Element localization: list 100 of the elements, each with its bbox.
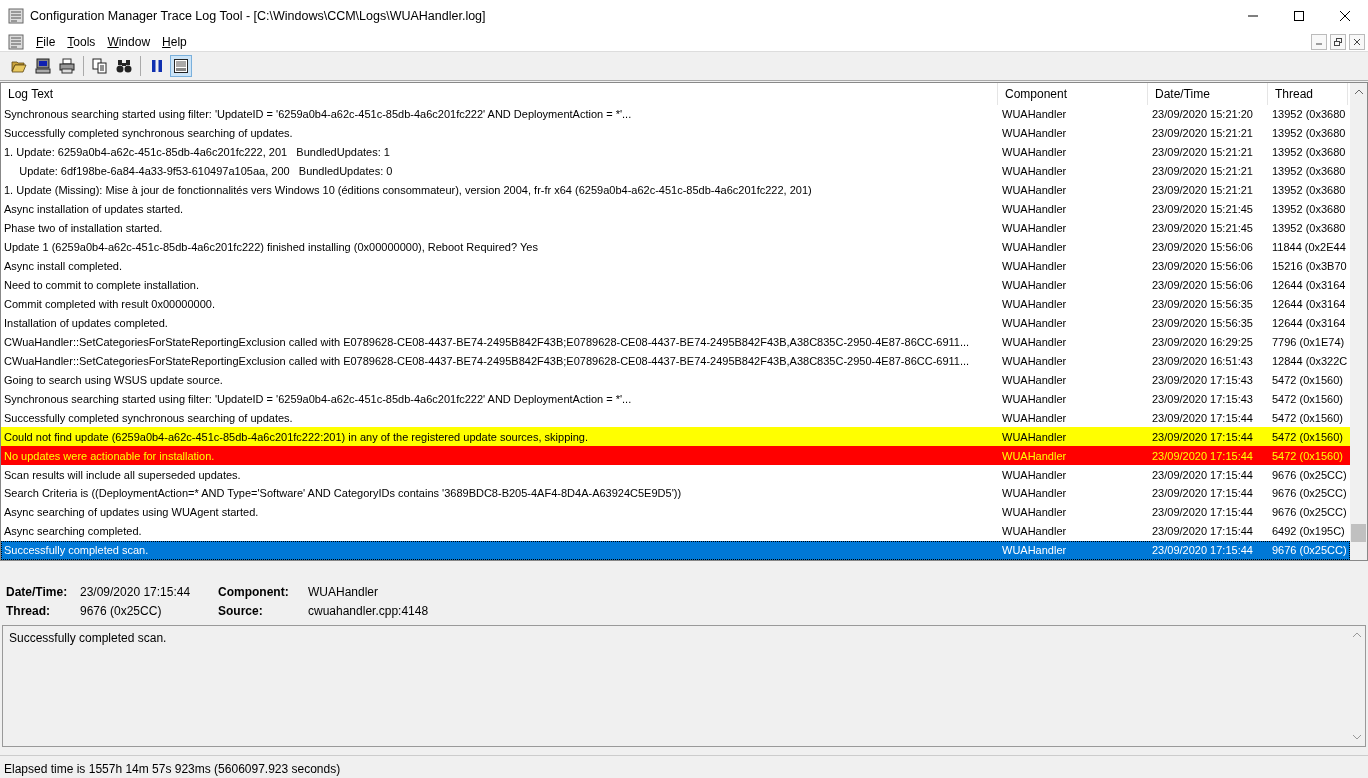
folder-icon: [11, 58, 27, 74]
restore-icon: [1334, 37, 1342, 46]
log-row[interactable]: Async installation of updates started. WUAHandler 23/09/2020 15:21:45 13952 (0x3680: [1, 199, 1350, 219]
thread-cell-text: 15216 (0x3B70: [1271, 260, 1348, 273]
component-cell-text: WUAHandler: [1001, 544, 1068, 557]
component-cell-text: WUAHandler: [1001, 373, 1068, 386]
close-icon[interactable]: [1340, 11, 1350, 21]
log-row[interactable]: Going to search using WSUS update source. WUAHandler 23/09/2020 17:15:43 5472 (0x1560): [1, 370, 1350, 390]
component-cell-text: WUAHandler: [1001, 279, 1068, 291]
component-cell-text: WUAHandler: [1001, 146, 1068, 159]
log-text-cell-text: Async searching completed.: [3, 525, 143, 538]
log-row[interactable]: Could not find update (6259a0b4-a62c-451c-85db-4a6c201fc222:201) in any of the registered update sources, skipping. WUAHandler 23/09/2020 17:15:44 5472 (0x1560): [1, 427, 1350, 447]
component-cell-text: WUAHandler: [1001, 165, 1068, 178]
status-text: Elapsed time is 1557h 14m 57s 923ms (5606097.923 seconds): [0, 755, 1368, 778]
log-row[interactable]: Need to commit to complete installation. WUAHandler 23/09/2020 15:56:06 12644 (0x3164: [1, 275, 1350, 295]
log-row[interactable]: Installation of updates completed. WUAHandler 23/09/2020 15:56:35 12644 (0x3164: [1, 313, 1350, 333]
datetime-cell-text: 23/09/2020 17:15:43: [1151, 392, 1254, 405]
maximize-icon[interactable]: [1294, 11, 1304, 21]
vertical-scrollbar[interactable]: [1350, 83, 1367, 560]
log-text-cell-text: Phase two of installation started.: [3, 222, 164, 235]
log-row[interactable]: Successfully completed scan. WUAHandler 23/09/2020 17:15:44 9676 (0x25CC): [1, 540, 1350, 560]
thread-cell-text: 5472 (0x1560): [1271, 392, 1344, 405]
datetime-cell-text: 23/09/2020 17:15:44: [1151, 430, 1254, 443]
datetime-cell-text: 23/09/2020 15:56:06: [1151, 260, 1254, 273]
thread-cell-text: 9676 (0x25CC): [1271, 506, 1348, 519]
log-text-cell-text: Going to search using WSUS update source.: [3, 373, 224, 386]
component-cell-text: WUAHandler: [1001, 335, 1068, 348]
thread-cell-text: 9676 (0x25CC): [1271, 468, 1348, 481]
thread-cell-text: 13952 (0x3680: [1271, 222, 1347, 235]
log-row[interactable]: Async install completed. WUAHandler 23/09/2020 15:56:06 15216 (0x3B70: [1, 256, 1350, 276]
thread-cell-text: 12844 (0x322C: [1271, 354, 1348, 367]
toolbar-button[interactable]: [56, 55, 78, 77]
thread-cell-text: 11844 (0x2E44: [1271, 241, 1347, 254]
detail-label: Component:: [218, 585, 290, 600]
detail-value: WUAHandler: [308, 585, 380, 600]
thread-cell-text: 9676 (0x25CC): [1271, 544, 1348, 557]
log-row[interactable]: Successfully completed synchronous searching of updates. WUAHandler 23/09/2020 15:21:21 13952 (0x3680: [1, 123, 1350, 143]
column-header[interactable]: Date/Time: [1148, 83, 1268, 105]
log-text-cell-text: Search Criteria is ((DeploymentAction=* AND Type='Software' AND CategoryIDs contains '3689BDC8-B205-4AF4-8D4A-A63924C5E9D5')): [3, 487, 683, 500]
log-row[interactable]: Async searching completed. WUAHandler 23/09/2020 17:15:44 6492 (0x195C): [1, 521, 1350, 541]
thread-cell-text: 13952 (0x3680: [1271, 146, 1347, 159]
close-icon: [1353, 37, 1361, 46]
thread-cell-text: 5472 (0x1560): [1271, 411, 1344, 424]
close-button[interactable]: [1349, 33, 1365, 50]
log-row[interactable]: Synchronous searching started using filter: 'UpdateID = '6259a0b4-a62c-451c-85db-4a6c201fc222' AND DeploymentAction = *'... WUAHandler 23/09/2020 17:15:43 5472 (0x1560): [1, 389, 1350, 409]
thread-cell-text: 5472 (0x1560): [1271, 373, 1344, 386]
log-row[interactable]: Phase two of installation started. WUAHandler 23/09/2020 15:21:45 13952 (0x3680: [1, 218, 1350, 238]
printer-icon: [59, 58, 75, 74]
detail-label: Thread:: [6, 604, 51, 619]
toolbar-button[interactable]: [170, 55, 192, 77]
menu-item[interactable]: Tools: [61, 34, 102, 49]
component-cell-text: WUAHandler: [1001, 411, 1068, 424]
menu-item[interactable]: Window: [101, 34, 157, 49]
menu-item[interactable]: File: [30, 34, 62, 49]
log-row[interactable]: Commit completed with result 0x00000000. WUAHandler 23/09/2020 15:56:35 12644 (0x3164: [1, 294, 1350, 314]
log-row[interactable]: Update: 6df198be-6a84-4a33-9f53-610497a105aa, 200 BundledUpdates: 0 WUAHandler 23/09/2020 15:21:21 13952 (0x3680: [1, 161, 1350, 181]
datetime-cell-text: 23/09/2020 15:56:35: [1151, 316, 1254, 329]
column-header[interactable]: Thread: [1268, 83, 1348, 105]
detail-label: Source:: [218, 604, 264, 619]
column-header[interactable]: Log Text: [1, 83, 998, 105]
component-cell-text: WUAHandler: [1001, 260, 1068, 273]
log-text-cell-text: Commit completed with result 0x00000000.: [3, 297, 216, 310]
log-row[interactable]: Update 1 (6259a0b4-a62c-451c-85db-4a6c201fc222) finished installing (0x00000000), Reboot Required? Yes WUAHandler 23/09/2020 15:56:06 11844 (0x2E44: [1, 237, 1350, 257]
datetime-cell-text: 23/09/2020 17:15:44: [1151, 411, 1254, 424]
log-row[interactable]: Synchronous searching started using filter: 'UpdateID = '6259a0b4-a62c-451c-85db-4a6c201fc222' AND DeploymentAction = *'... WUAHandler 23/09/2020 15:21:20 13952 (0x3680: [1, 104, 1350, 124]
datetime-cell-text: 23/09/2020 17:15:44: [1151, 506, 1254, 519]
toolbar-button[interactable]: [32, 55, 54, 77]
thread-cell-text: 6492 (0x195C): [1271, 525, 1346, 538]
log-text-cell-text: Async install completed.: [3, 260, 123, 273]
log-row[interactable]: Scan results will include all superseded updates. WUAHandler 23/09/2020 17:15:44 9676 (0x25CC): [1, 465, 1350, 484]
column-header[interactable]: Component: [998, 83, 1148, 105]
component-cell-text: WUAHandler: [1001, 468, 1068, 481]
menu-item[interactable]: Help: [156, 34, 193, 49]
log-row[interactable]: Search Criteria is ((DeploymentAction=* AND Type='Software' AND CategoryIDs contains '3689BDC8-B205-4AF4-8D4A-A63924C5E9D5')) WUAHandler 23/09/2020 17:15:44 9676 (0x25CC): [1, 484, 1350, 503]
component-cell-text: WUAHandler: [1001, 297, 1068, 310]
scrollbar-thumb[interactable]: [1351, 524, 1366, 542]
thread-cell-text: 12644 (0x3164: [1271, 279, 1347, 291]
log-text-cell-text: CWuaHandler::SetCategoriesForStateReportingExclusion called with E0789628-CE08-4437-BE74-2495B842F43B;E0789628-CE08-4437-BE74-2495B842F43B,A38C835C-2950-4E87-86CC-6911...: [3, 354, 971, 367]
scroll-up-icon[interactable]: [1354, 89, 1363, 94]
datetime-cell-text: 23/09/2020 16:29:25: [1151, 335, 1254, 348]
datetime-cell-text: 23/09/2020 15:56:35: [1151, 297, 1254, 310]
component-cell-text: WUAHandler: [1001, 108, 1068, 121]
log-text-cell-text: Need to commit to complete installation.: [3, 279, 201, 291]
component-cell-text: WUAHandler: [1001, 487, 1068, 500]
component-cell-text: WUAHandler: [1001, 354, 1068, 367]
log-text-cell-text: Async searching of updates using WUAgent started.: [3, 506, 260, 519]
log-text-cell-text: Scan results will include all superseded updates.: [3, 468, 242, 481]
thread-cell-text: 13952 (0x3680: [1271, 203, 1347, 216]
log-text-cell-text: Synchronous searching started using filter: 'UpdateID = '6259a0b4-a62c-451c-85db-4a6c201fc222' AND DeploymentAction = *'...: [3, 108, 633, 121]
component-cell-text: WUAHandler: [1001, 184, 1068, 197]
thread-cell-text: 9676 (0x25CC): [1271, 487, 1348, 500]
restore-button[interactable]: [1330, 33, 1346, 50]
log-row[interactable]: Successfully completed synchronous searching of updates. WUAHandler 23/09/2020 17:15:44 5472 (0x1560): [1, 408, 1350, 428]
log-text-cell-text: Update: 6df198be-6a84-4a33-9f53-610497a105aa, 200 BundledUpdates: 0: [18, 165, 394, 178]
log-text-cell-text: Could not find update (6259a0b4-a62c-451c-85db-4a6c201fc222:201) in any of the registered update sources, skipping.: [3, 430, 589, 443]
log-row[interactable]: 1. Update: 6259a0b4-a62c-451c-85db-4a6c201fc222, 201 BundledUpdates: 1 WUAHandler 23/09/2020 15:21:21 13952 (0x3680: [1, 142, 1350, 162]
component-cell-text: WUAHandler: [1001, 392, 1068, 405]
log-row[interactable]: No updates were actionable for installation. WUAHandler 23/09/2020 17:15:44 5472 (0x1560): [1, 446, 1350, 466]
log-row[interactable]: Async searching of updates using WUAgent started. WUAHandler 23/09/2020 17:15:44 9676 (0x25CC): [1, 502, 1350, 522]
app-icon: [8, 8, 24, 24]
